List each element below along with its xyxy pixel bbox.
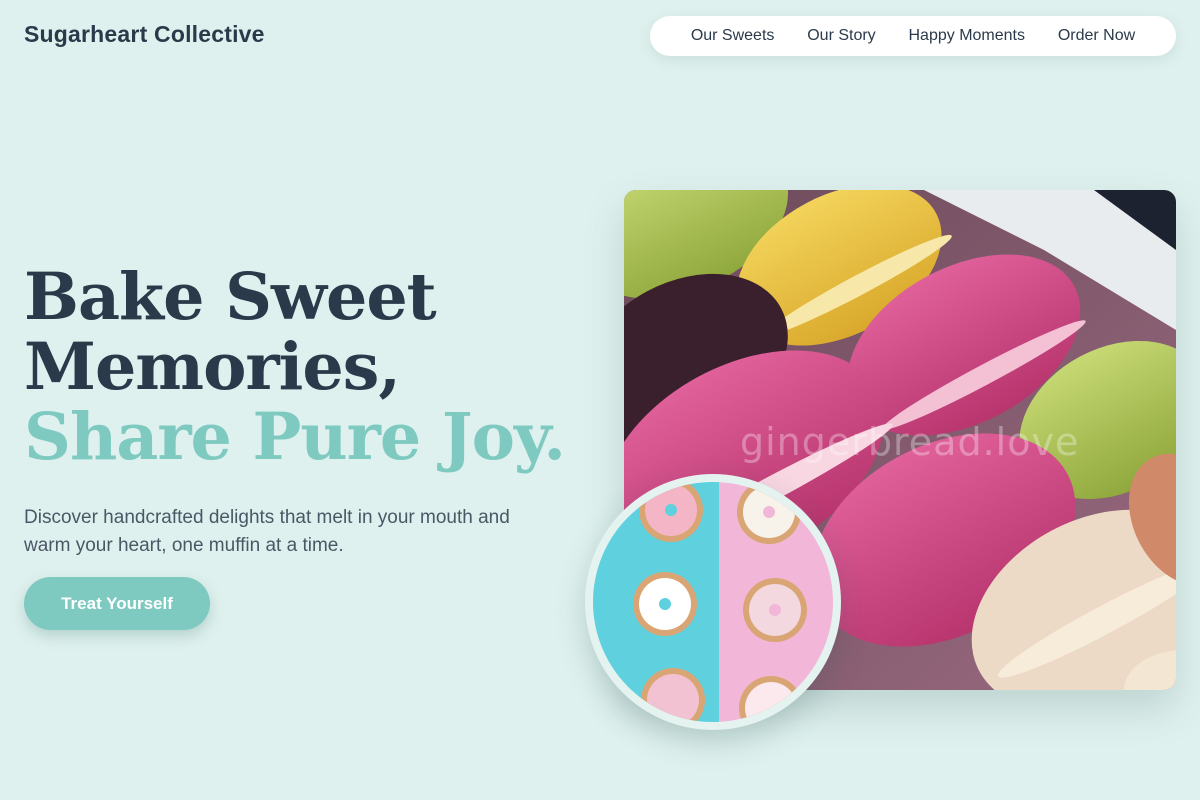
- nav-item-order-now[interactable]: Order Now: [1058, 27, 1135, 45]
- hero-title-line-2: Memories,: [24, 329, 401, 405]
- nav-item-happy-moments[interactable]: Happy Moments: [909, 27, 1026, 45]
- hero-title-line-1: Bake Sweet: [24, 259, 437, 335]
- donuts-photo-frame: [585, 474, 841, 730]
- treat-yourself-button[interactable]: Treat Yourself: [24, 577, 210, 630]
- donuts-photo: [593, 482, 833, 722]
- main-nav: Our Sweets Our Story Happy Moments Order…: [650, 16, 1176, 56]
- hero-title-accent: Share Pure Joy.: [24, 399, 566, 475]
- photo-watermark: gingerbread.love: [740, 420, 1080, 464]
- brand-logo-text[interactable]: Sugarheart Collective: [24, 21, 265, 48]
- hero-title: Bake Sweet Memories, Share Pure Joy.: [24, 262, 584, 472]
- nav-item-our-story[interactable]: Our Story: [807, 27, 875, 45]
- hero-description: Discover handcrafted delights that melt …: [24, 507, 510, 556]
- nav-item-our-sweets[interactable]: Our Sweets: [691, 27, 775, 45]
- donuts-illustration: [593, 482, 833, 722]
